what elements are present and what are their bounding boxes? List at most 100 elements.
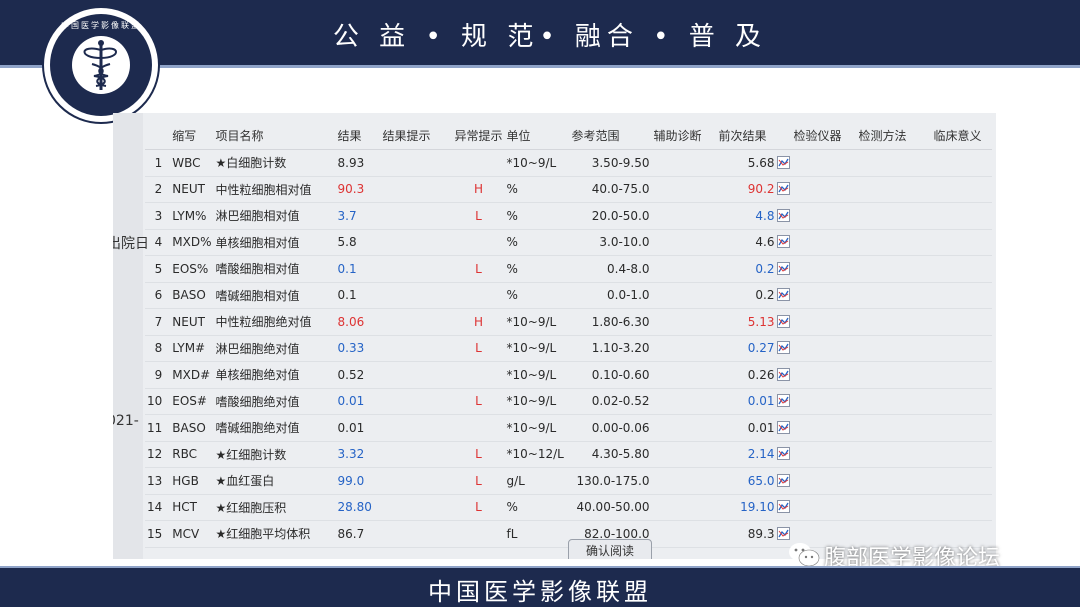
row-index: 2 — [145, 176, 171, 203]
table-row[interactable]: 6 BASO 嗜碱细胞相对值 0.1% 0.0-1.0 0.2 — [145, 282, 992, 309]
table-row[interactable]: 1 WBC ★白细胞计数 8.93 *10~9/L 3.50-9.50 5.68 — [145, 149, 992, 177]
row-abbr: RBC — [170, 441, 214, 468]
trend-chart-icon[interactable] — [776, 394, 790, 408]
table-row[interactable]: 13 HGB ★血红蛋白 99.0 Lg/L 130.0-175.0 65.0 — [145, 467, 992, 495]
row-method — [856, 467, 932, 495]
col-header-abbr[interactable]: 缩写 — [170, 121, 214, 150]
row-result: 86.7 — [335, 520, 381, 548]
table-row[interactable]: 3 LYM% 淋巴细胞相对值 3.7 L% 20.0-50.0 4.8 — [145, 202, 992, 230]
row-flag: L — [452, 494, 505, 521]
table-row[interactable]: 11 BASO 嗜碱细胞绝对值 0.01 *10~9/L 0.00-0.06 0.01 — [145, 414, 992, 442]
previous-value: 19.10 — [740, 500, 775, 515]
table-row[interactable]: 8 LYM# 淋巴细胞绝对值 0.33 L *10~9/L 1.10-3.20 0.27 — [145, 335, 992, 362]
row-instrument — [791, 282, 857, 309]
trend-chart-icon[interactable] — [776, 261, 790, 275]
row-abbr: HGB — [170, 467, 214, 495]
row-unit: % — [504, 494, 570, 521]
col-header-previous[interactable]: 前次结果 — [716, 121, 792, 150]
trend-chart-icon[interactable] — [776, 314, 790, 328]
trend-chart-icon[interactable] — [776, 235, 790, 249]
previous-value: 0.2 — [755, 288, 775, 303]
row-method — [856, 202, 932, 230]
trend-chart-icon[interactable] — [776, 288, 790, 302]
row-index: 5 — [145, 255, 171, 283]
row-previous: 4.6 — [716, 229, 792, 256]
col-header-method[interactable]: 检测方法 — [856, 121, 932, 150]
previous-value: 0.01 — [747, 420, 775, 435]
table-row[interactable]: 7 NEUT 中性粒细胞绝对值 8.06 H *10~9/L 1.80-6.30 5.13 — [145, 308, 992, 336]
row-aux-diagnosis — [651, 335, 717, 362]
col-header-abnormal[interactable]: 异常提示 — [452, 121, 505, 150]
row-name: 中性粒细胞相对值 — [213, 176, 336, 203]
col-header-result[interactable]: 结果 — [335, 121, 381, 150]
col-header-instrument[interactable]: 检验仪器 — [791, 121, 857, 150]
trend-chart-icon[interactable] — [776, 447, 790, 461]
confirm-read-button[interactable]: 确认阅读 — [568, 539, 652, 559]
row-flag — [452, 229, 505, 256]
col-header-range[interactable]: 参考范围 — [569, 121, 652, 150]
previous-value: 5.13 — [747, 314, 775, 329]
trend-chart-icon[interactable] — [776, 526, 790, 540]
trend-chart-icon[interactable] — [776, 473, 790, 487]
row-method — [856, 176, 932, 203]
row-method — [856, 388, 932, 415]
row-result-hint — [380, 414, 453, 442]
row-clinical — [931, 308, 992, 336]
row-abbr: HCT — [170, 494, 214, 521]
row-instrument — [791, 255, 857, 283]
row-previous: 5.13 — [716, 308, 792, 336]
row-unit: *10~9/L — [504, 308, 570, 336]
trend-chart-icon[interactable] — [776, 341, 790, 355]
row-result: 5.8 — [335, 229, 381, 256]
row-result: 0.01 — [335, 388, 381, 415]
row-clinical — [931, 414, 992, 442]
table-row[interactable]: 9 MXD# 单核细胞绝对值 0.52 *10~9/L 0.10-0.60 0.26 — [145, 361, 992, 389]
row-flag: L — [452, 388, 505, 415]
trend-chart-icon[interactable] — [776, 208, 790, 222]
trend-chart-icon[interactable] — [776, 182, 790, 196]
row-name: 中性粒细胞绝对值 — [213, 308, 336, 336]
row-result: 8.06 — [335, 308, 381, 336]
row-previous: 5.68 — [716, 149, 792, 177]
header-slogan: 公 益 • 规 范• 融合 • 普 及 — [332, 22, 768, 52]
row-instrument — [791, 335, 857, 362]
row-previous: 2.14 — [716, 441, 792, 468]
previous-value: 0.26 — [747, 367, 775, 382]
row-range: 40.0-75.0 — [569, 176, 652, 203]
edge-fragment-year: 021- — [113, 413, 139, 429]
row-index: 8 — [145, 335, 171, 362]
row-unit: g/L — [504, 467, 570, 495]
trend-chart-icon[interactable] — [776, 155, 790, 169]
row-flag — [452, 361, 505, 389]
table-row[interactable]: 2 NEUT 中性粒细胞相对值 90.3 H% 40.0-75.0 90.2 — [145, 176, 992, 203]
row-abbr: LYM# — [170, 335, 214, 362]
row-instrument — [791, 308, 857, 336]
row-result-hint — [380, 282, 453, 309]
row-result-hint — [380, 308, 453, 336]
col-header-unit[interactable]: 单位 — [504, 121, 570, 150]
row-range: 1.80-6.30 — [569, 308, 652, 336]
row-aux-diagnosis — [651, 149, 717, 177]
row-name: 嗜碱细胞相对值 — [213, 282, 336, 309]
table-row[interactable]: 12 RBC ★红细胞计数 3.32 L *10~12/L 4.30-5.80 2.14 — [145, 441, 992, 468]
row-name: ★红细胞计数 — [213, 441, 336, 468]
trend-chart-icon[interactable] — [776, 420, 790, 434]
table-row[interactable]: 10 EOS# 嗜酸细胞绝对值 0.01 L *10~9/L 0.02-0.52 0.01 — [145, 388, 992, 415]
row-result: 99.0 — [335, 467, 381, 495]
alliance-logo: 中国医学影像联盟 — [42, 6, 160, 124]
col-header-result-hint[interactable]: 结果提示 — [380, 121, 453, 150]
col-header-aux-diagnosis[interactable]: 辅助诊断 — [651, 121, 717, 150]
row-flag: L — [452, 255, 505, 283]
trend-chart-icon[interactable] — [776, 500, 790, 514]
row-name: ★白细胞计数 — [213, 149, 336, 177]
col-header-clinical[interactable]: 临床意义 — [931, 121, 992, 150]
row-clinical — [931, 494, 992, 521]
edge-fragment-discharge: 出院日 — [113, 236, 149, 252]
row-flag — [452, 414, 505, 442]
table-row[interactable]: 14 HCT ★红细胞压积 28.80 L% 40.00-50.00 19.10 — [145, 494, 992, 521]
table-row[interactable]: 5 EOS% 嗜酸细胞相对值 0.1 L% 0.4-8.0 0.2 — [145, 255, 992, 283]
trend-chart-icon[interactable] — [776, 367, 790, 381]
table-row[interactable]: 4 MXD% 单核细胞相对值 5.8% 3.0-10.0 4.6 — [145, 229, 992, 256]
col-header-name[interactable]: 项目名称 — [213, 121, 336, 150]
row-flag — [452, 149, 505, 177]
